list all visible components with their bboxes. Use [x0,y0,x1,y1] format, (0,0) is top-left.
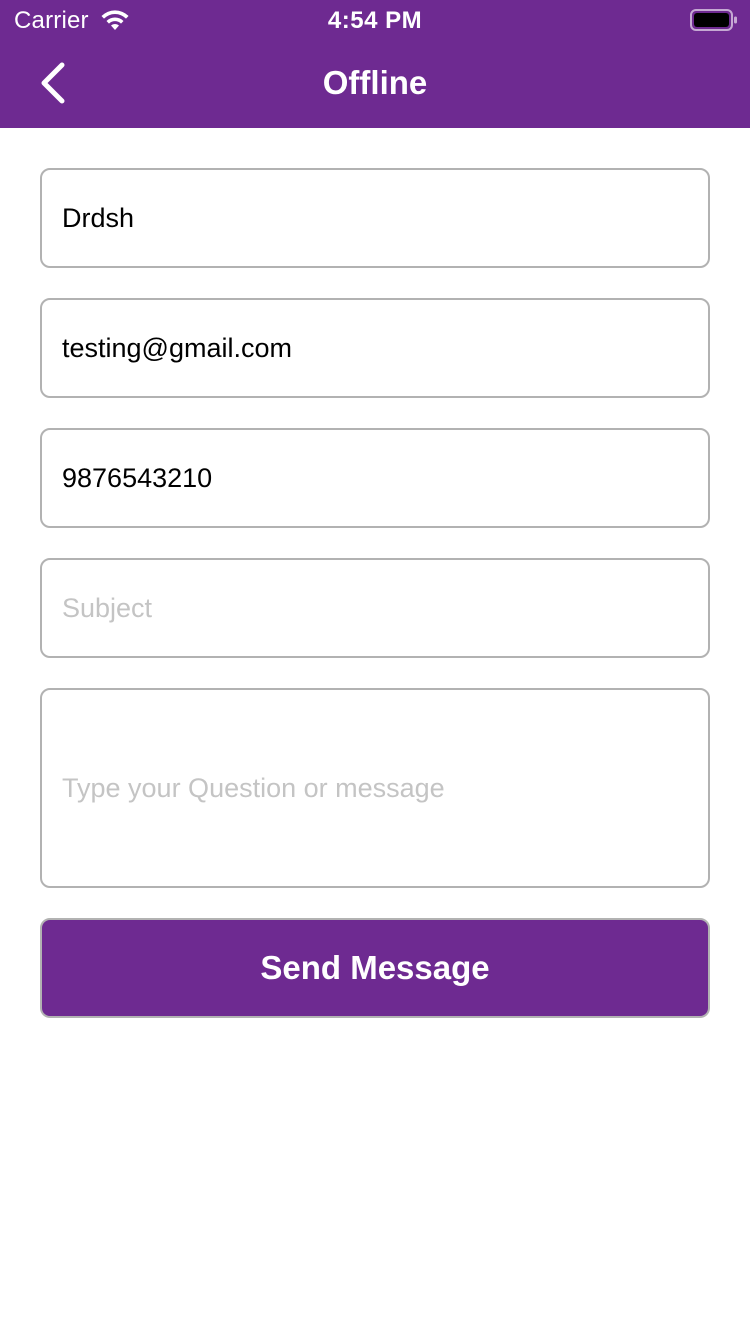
status-time: 4:54 PM [327,7,423,34]
send-message-button[interactable]: Send Message [40,918,710,1018]
top-bar: Carrier 4:54 PM Offline [0,0,750,128]
subject-input[interactable] [42,560,708,656]
page-title: Offline [322,64,428,101]
navigation-bar: Offline [0,40,750,128]
name-field [40,168,710,268]
status-bar: Carrier 4:54 PM [0,0,750,40]
subject-field [40,558,710,658]
phone-input[interactable] [42,430,708,526]
message-field [40,688,710,888]
message-input[interactable] [42,690,708,886]
name-input[interactable] [42,170,708,266]
email-field [40,298,710,398]
email-input[interactable] [42,300,708,396]
phone-field [40,428,710,528]
battery-icon [690,9,737,31]
